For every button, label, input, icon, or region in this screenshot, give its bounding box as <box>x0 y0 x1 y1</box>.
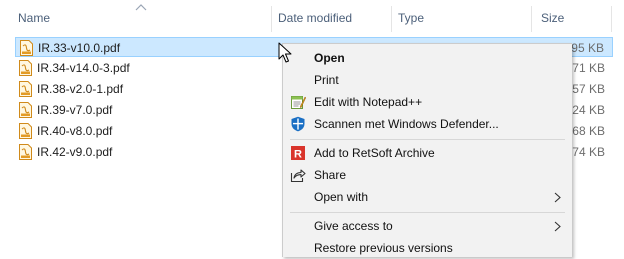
file-name: IR.34-v14.0-3.pdf <box>37 61 130 75</box>
menu-item-share[interactable]: Share <box>285 164 571 186</box>
menu-item-scan-defender[interactable]: Scannen met Windows Defender... <box>285 113 571 135</box>
menu-item-print[interactable]: Print <box>285 69 571 91</box>
pdf-file-icon <box>20 40 33 56</box>
menu-item-edit-notepad[interactable]: Edit with Notepad++ <box>285 91 571 113</box>
share-icon <box>290 169 306 183</box>
menu-item-label: Share <box>314 168 347 182</box>
chevron-right-icon <box>554 221 561 232</box>
menu-item-label: Print <box>314 73 339 87</box>
menu-separator <box>290 139 565 140</box>
file-explorer-window: Name Date modified Type Size IR.33-v10.0… <box>0 0 624 257</box>
pdf-file-icon <box>19 102 32 118</box>
menu-item-label: Scannen met Windows Defender... <box>314 117 499 131</box>
column-header-name[interactable]: Name <box>12 0 270 34</box>
menu-item-open[interactable]: Open <box>285 47 571 69</box>
svg-text:R: R <box>294 149 302 161</box>
context-menu: Open Print Edit with Notepad++ Scannen m <box>282 43 572 257</box>
file-name: IR.39-v7.0.pdf <box>37 103 113 117</box>
column-header-date-modified[interactable]: Date modified <box>272 0 392 34</box>
mouse-cursor-icon <box>278 42 292 63</box>
column-divider[interactable] <box>531 6 532 32</box>
pdf-file-icon <box>19 81 32 97</box>
menu-item-label: Open with <box>314 190 369 204</box>
file-name: IR.40-v8.0.pdf <box>37 124 113 138</box>
chevron-right-icon <box>554 192 561 203</box>
menu-item-label: Add to RetSoft Archive <box>314 146 435 160</box>
pdf-file-icon <box>19 144 32 160</box>
column-header-type[interactable]: Type <box>392 0 531 34</box>
menu-item-add-retsoft[interactable]: R Add to RetSoft Archive <box>285 142 571 164</box>
menu-item-open-with[interactable]: Open with <box>285 186 571 208</box>
file-name: IR.42-v9.0.pdf <box>37 145 113 159</box>
menu-item-restore-versions[interactable]: Restore previous versions <box>285 237 571 259</box>
pdf-file-icon <box>19 60 32 76</box>
windows-defender-icon <box>291 116 305 132</box>
retsoft-archive-icon: R <box>291 146 305 161</box>
column-header-size[interactable]: Size <box>535 0 615 34</box>
notepad-plus-plus-icon <box>291 96 306 109</box>
file-name: IR.33-v10.0.pdf <box>38 41 121 55</box>
pdf-file-icon <box>19 123 32 139</box>
menu-item-label: Edit with Notepad++ <box>314 95 423 109</box>
menu-separator <box>290 212 565 213</box>
file-name: IR.38-v2.0-1.pdf <box>37 82 124 96</box>
menu-item-label: Open <box>314 51 345 65</box>
menu-item-label: Give access to <box>314 219 393 233</box>
menu-item-label: Restore previous versions <box>314 241 453 255</box>
menu-item-give-access[interactable]: Give access to <box>285 215 571 237</box>
column-divider[interactable] <box>611 6 612 32</box>
